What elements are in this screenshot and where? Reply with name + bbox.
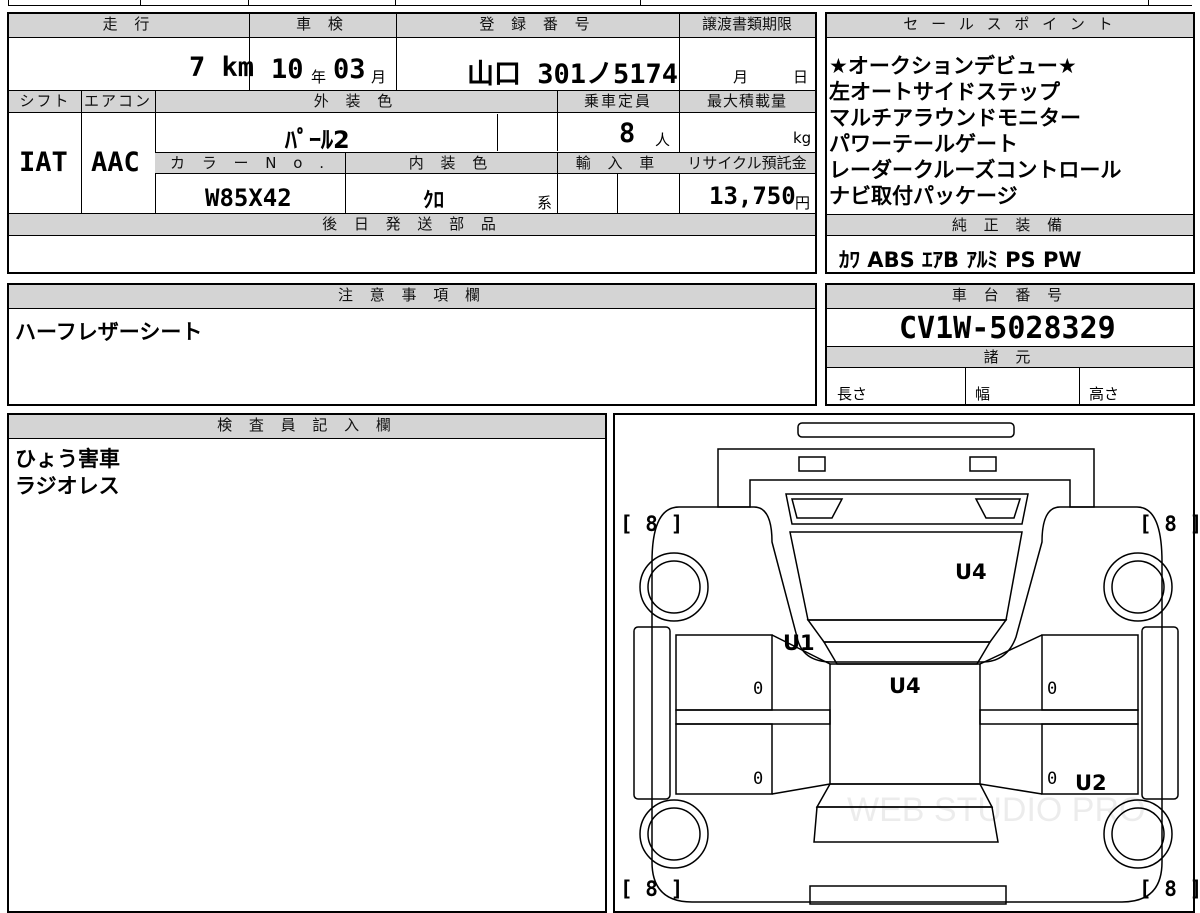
inspection-header: 車 検 xyxy=(249,14,396,38)
genuine-equipment-value: ｶﾜ ABS ｴｱB ｱﾙﾐ PS PW xyxy=(839,248,1082,272)
notes-panel: 注 意 事 項 欄 ハーフレザーシート xyxy=(7,283,817,406)
capacity-value: 8 xyxy=(619,118,636,149)
doc-deadline-header: 譲渡書類期限 xyxy=(679,14,815,38)
max-load-unit: kg xyxy=(793,129,812,147)
sales-point-item: ナビ取付パッケージ xyxy=(829,184,1018,208)
recycle-fee-header: リサイクル預託金 xyxy=(679,152,815,174)
aircon-header: エアコン xyxy=(81,91,155,113)
capacity-header: 乗車定員 xyxy=(557,91,679,113)
year-unit: 年 xyxy=(311,68,327,86)
inspector-note: ひょう害車 xyxy=(15,447,120,471)
later-parts-header: 後 日 発 送 部 品 xyxy=(9,214,815,236)
car-diagram xyxy=(633,422,1179,905)
specs-header: 諸 元 xyxy=(827,346,1193,368)
deadline-day-unit: 日 xyxy=(793,68,809,86)
tire-rear-left: [ 8 ] xyxy=(620,877,684,901)
chassis-number: CV1W-5028329 xyxy=(899,311,1116,346)
import-header: 輸 入 車 xyxy=(557,152,679,174)
car-diagram-panel: [ 8 ] [ 8 ] [ 8 ] [ 8 ] U4 U1 U4 U2 0 0 … xyxy=(613,413,1200,913)
watermark: WEB STUDIO PRO xyxy=(847,791,1146,829)
notes-header: 注 意 事 項 欄 xyxy=(9,285,815,309)
registration-header: 登 録 番 号 xyxy=(396,14,679,38)
notes-text: ハーフレザーシート xyxy=(15,320,203,344)
chassis-panel: 車 台 番 号 CV1W-5028329 諸 元 長さ 幅 高さ xyxy=(825,283,1195,406)
door-value-right-front: 0 xyxy=(1047,679,1058,699)
genuine-equipment-header: 純 正 装 備 xyxy=(827,214,1193,236)
shift-value: IAT xyxy=(19,147,68,178)
shift-header: シフト xyxy=(9,91,81,113)
interior-suffix: 系 xyxy=(537,194,553,212)
door-value-left-front: 0 xyxy=(753,679,764,699)
inspector-header: 検 査 員 記 入 欄 xyxy=(9,415,605,439)
mileage-value: 7 km xyxy=(189,52,255,83)
chassis-header: 車 台 番 号 xyxy=(827,285,1193,309)
inspector-note: ラジオレス xyxy=(15,474,120,498)
sales-points-header: セ ー ル ス ポ イ ン ト xyxy=(827,14,1193,38)
interior-color-header: 内 装 色 xyxy=(345,152,557,174)
tire-front-right: [ 8 ] xyxy=(1139,512,1200,536)
registration-number: 山口 301ノ5174 xyxy=(467,59,679,90)
damage-mark-roof: U4 xyxy=(889,674,921,698)
damage-mark-windshield: U1 xyxy=(783,631,815,655)
spec-width: 幅 xyxy=(975,385,991,403)
recycle-fee-value: 13,750 xyxy=(709,182,796,210)
recycle-unit: 円 xyxy=(795,194,811,212)
spec-height: 高さ xyxy=(1089,385,1120,403)
mileage-header: 走 行 xyxy=(9,14,249,38)
color-no-value: W85X42 xyxy=(205,184,292,212)
interior-color-value: ｸﾛ xyxy=(423,188,444,212)
inspection-month: 03 xyxy=(333,54,366,85)
door-value-right-rear: 0 xyxy=(1047,769,1058,789)
vehicle-info-table: 走 行 車 検 登 録 番 号 譲渡書類期限 7 km 10 年 03 月 山口… xyxy=(7,12,817,274)
tire-front-left: [ 8 ] xyxy=(620,512,684,536)
inspection-year: 10 xyxy=(271,54,304,85)
max-load-header: 最大積載量 xyxy=(679,91,815,113)
month-unit: 月 xyxy=(371,68,387,86)
sales-points-panel: セ ー ル ス ポ イ ン ト ★オークションデビュー★ 左オートサイドステップ… xyxy=(825,12,1195,274)
tire-rear-right: [ 8 ] xyxy=(1139,877,1200,901)
spec-length: 長さ xyxy=(837,385,868,403)
exterior-color-header: 外 装 色 xyxy=(155,91,557,113)
aircon-value: AAC xyxy=(91,147,140,178)
capacity-unit: 人 xyxy=(655,131,671,149)
color-no-header: カ ラ ー N o . xyxy=(155,152,345,174)
inspector-panel: 検 査 員 記 入 欄 ひょう害車 ラジオレス xyxy=(7,413,607,913)
door-value-left-rear: 0 xyxy=(753,769,764,789)
top-cutoff-strip xyxy=(0,0,1200,7)
damage-mark-hood: U4 xyxy=(955,560,987,584)
deadline-month-unit: 月 xyxy=(733,68,749,86)
exterior-color-value: ﾊﾟｰﾙ2 xyxy=(285,126,350,154)
